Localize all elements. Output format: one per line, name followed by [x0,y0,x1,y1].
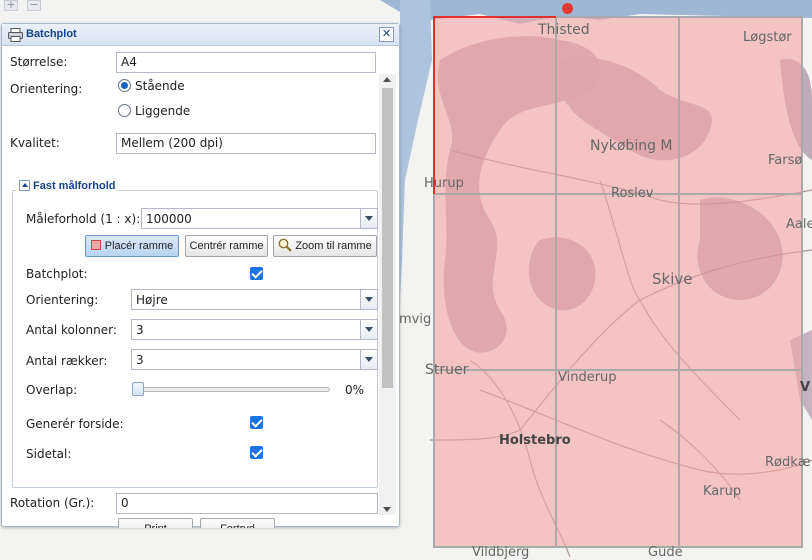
chevron-down-icon[interactable] [360,350,377,369]
map-label: V [800,380,811,395]
size-label: Størrelse: [10,55,68,69]
cancel-button[interactable]: Fortryd [200,518,275,528]
map-label: Skive [652,270,693,288]
radio-portrait-label[interactable]: Stående [135,79,185,93]
batch-orientation-label: Orientering: [26,293,99,307]
chevron-down-icon[interactable] [360,320,377,339]
overlap-label: Overlap: [26,383,78,397]
zoom-out-button[interactable]: − [27,0,41,11]
map-label: Holstebro [499,433,571,448]
scroll-down-icon[interactable] [383,507,391,512]
batch-orientation-combo[interactable]: Højre [131,289,378,310]
rows-combo[interactable]: 3 [131,349,378,370]
map-label: Rødkæ [765,455,811,470]
frontpage-label: Generér forside: [26,417,124,431]
chevron-down-icon[interactable] [360,290,377,309]
scrollbar-thumb[interactable] [382,88,393,388]
batchplot-grid [433,16,803,548]
scale-combo[interactable]: 100000 [141,208,378,229]
zoom-in-button[interactable]: + [4,0,18,11]
map-label: Aale [786,217,812,232]
magnifier-icon [278,238,293,252]
frontpage-checkbox[interactable] [250,416,263,429]
map-label: Vinderup [558,370,617,385]
rotation-label: Rotation (Gr.): [10,496,95,510]
rows-label: Antal rækker: [26,354,108,368]
batchplot-label: Batchplot: [26,267,88,281]
fieldset-legend[interactable]: Fast målforhold [16,180,119,192]
radio-landscape-label[interactable]: Liggende [135,104,190,118]
radio-landscape[interactable] [118,104,131,117]
radio-portrait[interactable] [118,79,131,92]
panel-title: Batchplot [26,28,77,40]
batchplot-panel: Batchplot ✕ Størrelse: A4 Orientering: S… [1,23,400,528]
map-label: Vildbjerg [472,545,530,560]
map-label: Hurup [424,176,464,191]
panel-body: Størrelse: A4 Orientering: Stående Ligge… [2,46,399,528]
rotation-field[interactable]: 0 [116,493,378,514]
columns-label: Antal kolonner: [26,323,117,337]
map-label: Roslev [611,186,654,201]
fieldset-title: Fast målforhold [33,180,116,192]
place-frame-button[interactable]: Placér ramme [85,235,179,257]
map-label: Thisted [538,22,590,38]
place-frame-label: Placér ramme [104,240,174,252]
map-label: Karup [703,484,742,499]
columns-combo[interactable]: 3 [131,319,378,340]
location-marker-icon[interactable] [562,3,573,14]
center-frame-button[interactable]: Centrér ramme [185,235,268,257]
rows-value: 3 [136,353,144,367]
quality-label: Kvalitet: [10,136,60,150]
map-label: Løgstør [743,30,792,45]
print-button[interactable]: Print [118,518,193,528]
collapse-icon[interactable] [19,180,30,191]
frame-icon [90,240,101,250]
columns-value: 3 [136,323,144,337]
pagenum-label: Sidetal: [26,447,72,461]
map-label: Gude [648,545,683,560]
quality-field[interactable]: Mellem (200 dpi) [116,133,376,154]
panel-header[interactable]: Batchplot ✕ [2,24,399,46]
batchplot-checkbox[interactable] [250,267,263,280]
pagenum-checkbox[interactable] [250,446,263,459]
scale-label: Måleforhold (1 : x): [26,212,141,226]
chevron-down-icon[interactable] [360,209,377,228]
scroll-up-icon[interactable] [383,77,391,82]
zoom-frame-button[interactable]: Zoom til ramme [273,235,377,257]
batch-orientation-value: Højre [136,293,168,307]
size-field[interactable]: A4 [116,52,376,73]
close-icon[interactable]: ✕ [379,27,394,42]
panel-scrollbar[interactable] [379,74,396,515]
overlap-slider[interactable] [132,387,330,392]
scale-value: 100000 [146,212,192,226]
orientation-label: Orientering: [10,82,83,96]
zoom-frame-label: Zoom til ramme [295,240,372,252]
overlap-value: 0% [345,383,365,397]
printer-icon [8,28,23,42]
overlap-slider-handle[interactable] [132,382,144,396]
map-label: Farsø [768,153,803,168]
map-label: mvig [399,312,432,327]
map-label: Nykøbing M [590,138,673,154]
map-label: Struer [425,362,469,378]
